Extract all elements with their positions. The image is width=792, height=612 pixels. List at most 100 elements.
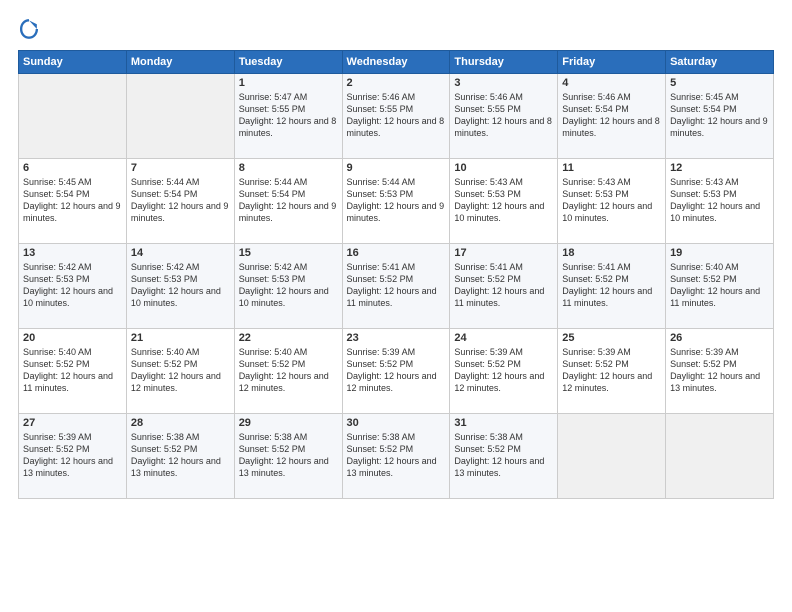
calendar-cell: 29 Sunrise: 5:38 AMSunset: 5:52 PMDayligh… — [234, 414, 342, 499]
day-info: Sunrise: 5:43 AMSunset: 5:53 PMDaylight:… — [454, 176, 553, 225]
day-number: 5 — [670, 77, 769, 89]
day-info: Sunrise: 5:45 AMSunset: 5:54 PMDaylight:… — [670, 91, 769, 140]
day-info: Sunrise: 5:38 AMSunset: 5:52 PMDaylight:… — [347, 431, 446, 480]
day-number: 24 — [454, 332, 553, 344]
calendar-table: SundayMondayTuesdayWednesdayThursdayFrid… — [18, 50, 774, 499]
calendar-cell: 23 Sunrise: 5:39 AMSunset: 5:52 PMDayligh… — [342, 329, 450, 414]
day-info: Sunrise: 5:41 AMSunset: 5:52 PMDaylight:… — [347, 261, 446, 310]
page-header — [18, 18, 774, 40]
day-info: Sunrise: 5:46 AMSunset: 5:55 PMDaylight:… — [347, 91, 446, 140]
day-info: Sunrise: 5:41 AMSunset: 5:52 PMDaylight:… — [562, 261, 661, 310]
day-header-friday: Friday — [558, 51, 666, 74]
calendar-cell: 19 Sunrise: 5:40 AMSunset: 5:52 PMDayligh… — [666, 244, 774, 329]
day-number: 10 — [454, 162, 553, 174]
day-info: Sunrise: 5:44 AMSunset: 5:53 PMDaylight:… — [347, 176, 446, 225]
day-number: 22 — [239, 332, 338, 344]
day-number: 31 — [454, 417, 553, 429]
day-number: 27 — [23, 417, 122, 429]
calendar-cell — [666, 414, 774, 499]
calendar-cell: 8 Sunrise: 5:44 AMSunset: 5:54 PMDaylight… — [234, 159, 342, 244]
calendar-cell: 12Sunrise: 5:43 AMSunset: 5:53 PMDayligh… — [666, 159, 774, 244]
day-number: 25 — [562, 332, 661, 344]
day-number: 1 — [239, 77, 338, 89]
logo-icon — [18, 18, 40, 40]
day-number: 15 — [239, 247, 338, 259]
day-number: 26 — [670, 332, 769, 344]
calendar-cell: 14 Sunrise: 5:42 AMSunset: 5:53 PMDayligh… — [126, 244, 234, 329]
day-info: Sunrise: 5:47 AMSunset: 5:55 PMDaylight:… — [239, 91, 338, 140]
day-number: 6 — [23, 162, 122, 174]
calendar-cell: 16 Sunrise: 5:41 AMSunset: 5:52 PMDayligh… — [342, 244, 450, 329]
calendar-cell: 9 Sunrise: 5:44 AMSunset: 5:53 PMDaylight… — [342, 159, 450, 244]
calendar-cell: 27Sunrise: 5:39 AMSunset: 5:52 PMDayligh… — [19, 414, 127, 499]
calendar-cell — [19, 74, 127, 159]
day-header-monday: Monday — [126, 51, 234, 74]
day-number: 8 — [239, 162, 338, 174]
calendar-cell: 6 Sunrise: 5:45 AMSunset: 5:54 PMDaylight… — [19, 159, 127, 244]
day-info: Sunrise: 5:45 AMSunset: 5:54 PMDaylight:… — [23, 176, 122, 225]
day-info: Sunrise: 5:38 AMSunset: 5:52 PMDaylight:… — [454, 431, 553, 480]
calendar-cell: 30 Sunrise: 5:38 AMSunset: 5:52 PMDayligh… — [342, 414, 450, 499]
day-info: Sunrise: 5:42 AMSunset: 5:53 PMDaylight:… — [23, 261, 122, 310]
day-info: Sunrise: 5:39 AMSunset: 5:52 PMDaylight:… — [562, 346, 661, 395]
calendar-cell: 17Sunrise: 5:41 AMSunset: 5:52 PMDayligh… — [450, 244, 558, 329]
calendar-cell: 20 Sunrise: 5:40 AMSunset: 5:52 PMDayligh… — [19, 329, 127, 414]
calendar-cell: 25 Sunrise: 5:39 AMSunset: 5:52 PMDayligh… — [558, 329, 666, 414]
day-info: Sunrise: 5:44 AMSunset: 5:54 PMDaylight:… — [239, 176, 338, 225]
day-number: 12 — [670, 162, 769, 174]
calendar-week-row: 13 Sunrise: 5:42 AMSunset: 5:53 PMDayligh… — [19, 244, 774, 329]
day-header-tuesday: Tuesday — [234, 51, 342, 74]
day-info: Sunrise: 5:39 AMSunset: 5:52 PMDaylight:… — [454, 346, 553, 395]
day-info: Sunrise: 5:42 AMSunset: 5:53 PMDaylight:… — [131, 261, 230, 310]
calendar-week-row: 6 Sunrise: 5:45 AMSunset: 5:54 PMDaylight… — [19, 159, 774, 244]
day-info: Sunrise: 5:39 AMSunset: 5:52 PMDaylight:… — [347, 346, 446, 395]
day-number: 3 — [454, 77, 553, 89]
calendar-week-row: 20 Sunrise: 5:40 AMSunset: 5:52 PMDayligh… — [19, 329, 774, 414]
day-number: 13 — [23, 247, 122, 259]
calendar-cell: 5 Sunrise: 5:45 AMSunset: 5:54 PMDaylight… — [666, 74, 774, 159]
calendar-cell: 10 Sunrise: 5:43 AMSunset: 5:53 PMDayligh… — [450, 159, 558, 244]
calendar-cell: 18Sunrise: 5:41 AMSunset: 5:52 PMDayligh… — [558, 244, 666, 329]
day-number: 14 — [131, 247, 230, 259]
calendar-cell: 22Sunrise: 5:40 AMSunset: 5:52 PMDayligh… — [234, 329, 342, 414]
day-info: Sunrise: 5:46 AMSunset: 5:54 PMDaylight:… — [562, 91, 661, 140]
day-info: Sunrise: 5:44 AMSunset: 5:54 PMDaylight:… — [131, 176, 230, 225]
day-info: Sunrise: 5:38 AMSunset: 5:52 PMDaylight:… — [239, 431, 338, 480]
day-number: 30 — [347, 417, 446, 429]
day-number: 16 — [347, 247, 446, 259]
day-info: Sunrise: 5:38 AMSunset: 5:52 PMDaylight:… — [131, 431, 230, 480]
day-number: 7 — [131, 162, 230, 174]
logo — [18, 18, 44, 40]
calendar-cell: 11Sunrise: 5:43 AMSunset: 5:53 PMDayligh… — [558, 159, 666, 244]
calendar-week-row: 1 Sunrise: 5:47 AMSunset: 5:55 PMDaylight… — [19, 74, 774, 159]
day-number: 17 — [454, 247, 553, 259]
day-info: Sunrise: 5:40 AMSunset: 5:52 PMDaylight:… — [23, 346, 122, 395]
day-number: 23 — [347, 332, 446, 344]
day-header-sunday: Sunday — [19, 51, 127, 74]
day-info: Sunrise: 5:40 AMSunset: 5:52 PMDaylight:… — [131, 346, 230, 395]
calendar-cell: 2 Sunrise: 5:46 AMSunset: 5:55 PMDaylight… — [342, 74, 450, 159]
calendar-cell: 1 Sunrise: 5:47 AMSunset: 5:55 PMDaylight… — [234, 74, 342, 159]
day-info: Sunrise: 5:40 AMSunset: 5:52 PMDaylight:… — [670, 261, 769, 310]
day-number: 29 — [239, 417, 338, 429]
calendar-cell: 26Sunrise: 5:39 AMSunset: 5:52 PMDayligh… — [666, 329, 774, 414]
calendar-cell: 21 Sunrise: 5:40 AMSunset: 5:52 PMDayligh… — [126, 329, 234, 414]
calendar-cell: 24 Sunrise: 5:39 AMSunset: 5:52 PMDayligh… — [450, 329, 558, 414]
day-header-saturday: Saturday — [666, 51, 774, 74]
calendar-cell: 28 Sunrise: 5:38 AMSunset: 5:52 PMDayligh… — [126, 414, 234, 499]
day-header-wednesday: Wednesday — [342, 51, 450, 74]
day-number: 28 — [131, 417, 230, 429]
day-number: 9 — [347, 162, 446, 174]
day-number: 11 — [562, 162, 661, 174]
calendar-header-row: SundayMondayTuesdayWednesdayThursdayFrid… — [19, 51, 774, 74]
calendar-cell: 31 Sunrise: 5:38 AMSunset: 5:52 PMDayligh… — [450, 414, 558, 499]
day-number: 4 — [562, 77, 661, 89]
day-info: Sunrise: 5:42 AMSunset: 5:53 PMDaylight:… — [239, 261, 338, 310]
calendar-cell: 15 Sunrise: 5:42 AMSunset: 5:53 PMDayligh… — [234, 244, 342, 329]
calendar-cell: 4 Sunrise: 5:46 AMSunset: 5:54 PMDaylight… — [558, 74, 666, 159]
day-number: 19 — [670, 247, 769, 259]
day-number: 2 — [347, 77, 446, 89]
day-number: 20 — [23, 332, 122, 344]
day-number: 21 — [131, 332, 230, 344]
calendar-cell — [126, 74, 234, 159]
